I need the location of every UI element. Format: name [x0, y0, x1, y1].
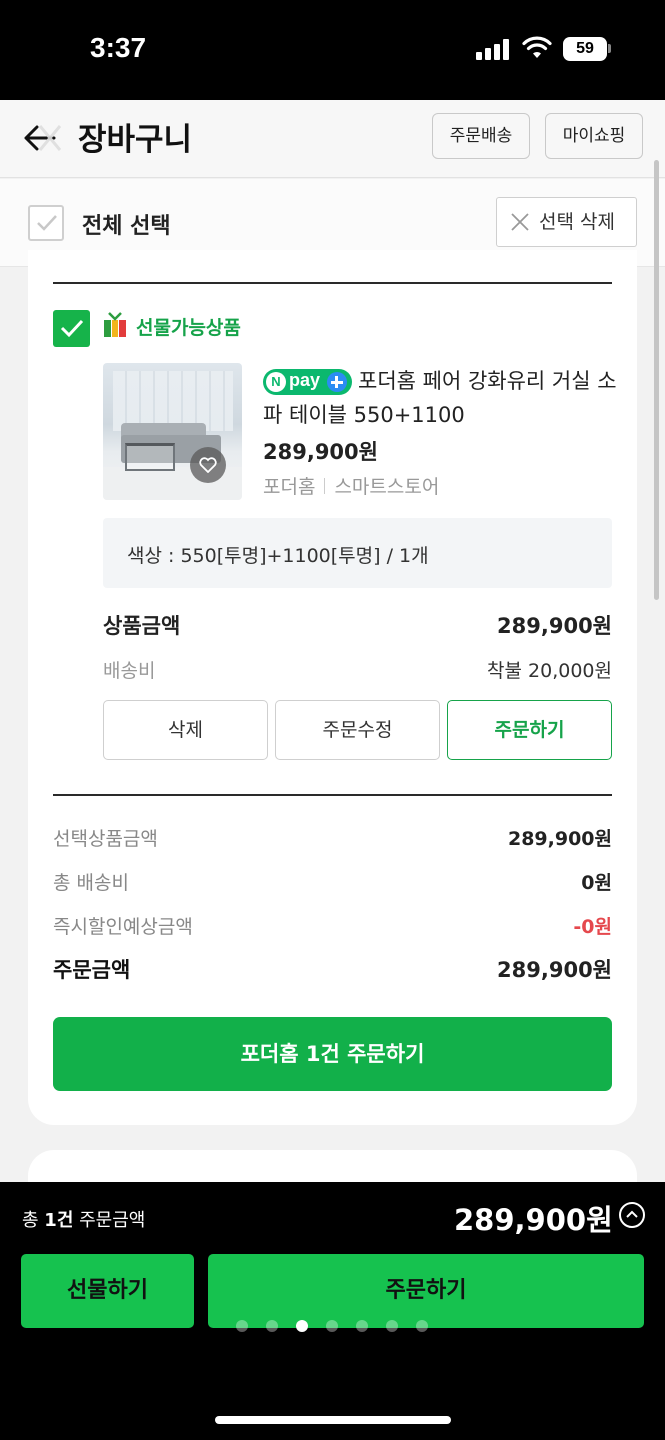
gift-icon [104, 312, 126, 337]
delete-button[interactable]: 삭제 [103, 700, 268, 760]
app-header: 장바구니 주문배송 마이쇼핑 [0, 100, 665, 178]
scrollbar[interactable] [654, 160, 659, 600]
orders-button[interactable]: 주문배송 [432, 113, 530, 159]
edit-order-button[interactable]: 주문수정 [275, 700, 440, 760]
page-dot [326, 1320, 338, 1332]
product-thumbnail[interactable] [103, 363, 242, 500]
page-indicator [236, 1320, 436, 1334]
discount-label: 즉시할인예상금액 [53, 916, 193, 938]
total-order-label: 총 1건 주문금액 [22, 1210, 146, 1231]
next-card [28, 1150, 637, 1182]
page-dot [386, 1320, 398, 1332]
heart-icon [199, 457, 217, 473]
signal-icon [476, 38, 512, 60]
shipping-label: 배송비 [103, 660, 156, 682]
wifi-icon [522, 36, 552, 58]
store-info: 포더홈 스마트스토어 [263, 472, 439, 499]
option-text: 색상 : 550[투명]+1100[투명] / 1개 [127, 545, 429, 567]
product-amount-value: 289,900원 [497, 614, 612, 638]
page-dot [356, 1320, 368, 1332]
total-shipping-label: 총 배송비 [53, 872, 129, 894]
store-name[interactable]: 포더홈 [263, 476, 315, 498]
total-shipping-value: 0원 [581, 872, 612, 894]
selected-amount-value: 289,900원 [507, 828, 612, 850]
wishlist-button[interactable] [190, 447, 226, 483]
bottom-order-bar: 총 1건 주문금액 289,900원 선물하기 주문하기 [0, 1182, 665, 1440]
expand-summary-button[interactable] [619, 1202, 645, 1228]
page-dot [236, 1320, 248, 1332]
myshop-button[interactable]: 마이쇼핑 [545, 113, 643, 159]
select-all-checkbox[interactable] [28, 205, 64, 241]
page-title: 장바구니 [78, 122, 193, 158]
back-arrow-icon[interactable] [20, 118, 64, 158]
divider [53, 282, 612, 284]
home-indicator[interactable] [215, 1416, 451, 1424]
npay-plus-badge: N pay [263, 369, 352, 395]
checkbox-icon [37, 215, 57, 231]
select-all-label: 전체 선택 [82, 214, 171, 239]
order-item-button[interactable]: 주문하기 [447, 700, 612, 760]
checkbox-icon [60, 319, 84, 338]
close-icon [511, 213, 529, 231]
cart-screen: 장바구니 주문배송 마이쇼핑 전체 선택 선택 삭제 선물가능상품 포더홈 페어… [0, 100, 665, 1182]
status-time: 3:37 [90, 32, 147, 63]
page-dot [266, 1320, 278, 1332]
product-amount-label: 상품금액 [103, 614, 181, 638]
order-total-value: 289,900원 [497, 958, 612, 982]
total-order-amount: 289,900원 [454, 1203, 613, 1237]
discount-value: -0원 [573, 916, 612, 938]
battery-icon: 59 [563, 37, 607, 61]
total-count: 1건 [44, 1210, 74, 1231]
shipping-value: 착불 20,000원 [487, 660, 612, 682]
delete-selected-label: 선택 삭제 [539, 211, 615, 233]
order-total-label: 주문금액 [53, 958, 131, 982]
divider [53, 794, 612, 796]
order-all-button[interactable]: 주문하기 [208, 1254, 644, 1328]
selected-amount-label: 선택상품금액 [53, 828, 158, 850]
npay-text: pay [289, 370, 321, 390]
page-dot [416, 1320, 428, 1332]
item-checkbox[interactable] [53, 310, 90, 347]
store-type: 스마트스토어 [334, 476, 440, 498]
status-bar: 3:37 59 [0, 0, 665, 100]
product-price: 289,900원 [263, 440, 378, 464]
store-order-button[interactable]: 포더홈 1건 주문하기 [53, 1017, 612, 1091]
gift-available-label: 선물가능상품 [136, 317, 241, 339]
cart-item-card: 선물가능상품 포더홈 페어 강화유리 거실 소파 테이블 550+1100 N … [28, 250, 637, 1125]
delete-selected-button[interactable]: 선택 삭제 [496, 197, 637, 247]
option-box: 색상 : 550[투명]+1100[투명] / 1개 [103, 518, 612, 588]
chevron-up-icon [626, 1210, 638, 1218]
gift-button[interactable]: 선물하기 [21, 1254, 194, 1328]
page-dot [296, 1320, 308, 1332]
